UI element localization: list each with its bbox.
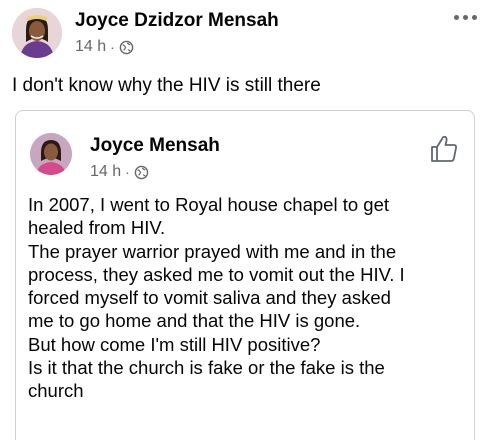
shared-post-line: me to go home and that the HIV is gone. [28,310,361,332]
globe-icon[interactable] [134,165,149,180]
post-text: I don't know why the HIV is still there [12,75,321,96]
shared-meta-separator: · [125,164,130,180]
shared-post-line: In 2007, I went to Royal house chapel to… [28,194,389,215]
shared-author-avatar-image [30,133,72,175]
shared-post-meta: 14 h · [90,163,149,181]
author-avatar[interactable] [12,8,62,58]
shared-author-avatar[interactable] [30,133,72,175]
shared-post-line: Is it that the church is fake or the fak… [28,357,385,379]
author-name[interactable]: Joyce Dzidzor Mensah [75,10,279,32]
like-icon[interactable] [428,133,460,165]
shared-post-card[interactable]: Joyce Mensah 14 h · In 2007, I went to R… [15,110,475,440]
post-meta: 14 h · [75,38,134,56]
facebook-post: Joyce Dzidzor Mensah 14 h · I don't know… [0,0,490,440]
shared-post-line: church [28,380,84,402]
post-timestamp[interactable]: 14 h [75,38,106,56]
shared-post-line: process, they asked me to vomit out the … [28,263,405,285]
author-avatar-image [12,8,62,58]
shared-post-line: But how come I'm still HIV positive? [28,333,321,355]
shared-post-line: healed from HIV. [28,217,166,239]
shared-post-line: The prayer warrior prayed with me and in… [28,240,397,262]
globe-icon[interactable] [119,40,134,55]
shared-author-name[interactable]: Joyce Mensah [90,135,220,157]
meta-separator: · [110,39,115,55]
shared-post-text: In 2007, I went to Royal house chapel to… [28,193,468,403]
more-options-icon[interactable] [448,6,482,28]
shared-post-line: forced myself to vomit saliva and they a… [28,287,391,309]
shared-post-timestamp[interactable]: 14 h [90,163,121,181]
